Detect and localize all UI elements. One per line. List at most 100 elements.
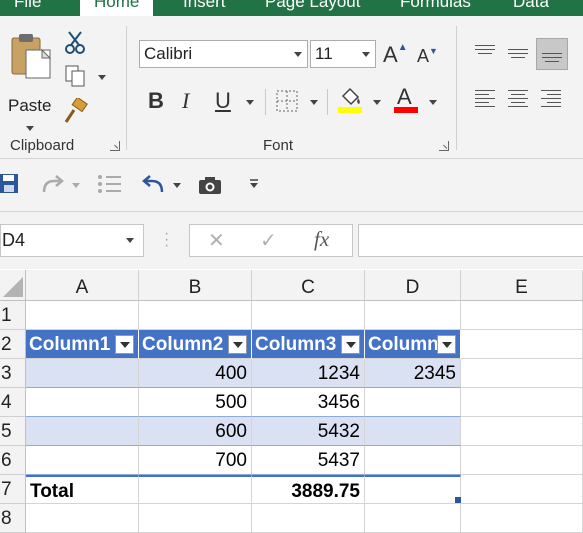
filter-dropdown-icon[interactable] [228, 335, 247, 354]
total-row-cell[interactable]: 3889.75 [252, 475, 365, 504]
filter-dropdown-icon[interactable] [115, 335, 134, 354]
tab-file[interactable]: File [14, 0, 41, 12]
table-cell[interactable]: 400 [139, 359, 252, 388]
cell-e7[interactable] [461, 475, 583, 504]
table-cell[interactable] [365, 388, 461, 417]
shrink-font-button[interactable]: A▼ [417, 46, 438, 67]
cell-e4[interactable] [461, 388, 583, 417]
table-header-cell[interactable]: Column1 [26, 330, 139, 359]
column-header-b[interactable]: B [139, 270, 252, 301]
row-header-5[interactable]: 5 [0, 417, 26, 446]
font-color-dropdown-icon[interactable] [429, 100, 437, 105]
undo-dropdown-icon[interactable] [173, 183, 181, 188]
underline-button[interactable]: U [215, 88, 231, 114]
formula-input[interactable] [358, 224, 583, 257]
cell-a1[interactable] [26, 301, 139, 330]
cell-e6[interactable] [461, 446, 583, 475]
fill-color-dropdown-icon[interactable] [373, 100, 381, 105]
redo-dropdown-icon[interactable] [72, 183, 80, 188]
select-all-button[interactable] [0, 270, 26, 301]
table-cell[interactable]: 700 [139, 446, 252, 475]
column-header-e[interactable]: E [461, 270, 583, 301]
row-header-7[interactable]: 7 [0, 475, 26, 504]
table-cell[interactable]: 1234 [252, 359, 365, 388]
cell-e2[interactable] [461, 330, 583, 359]
total-row-cell[interactable] [365, 475, 461, 504]
copy-dropdown-icon[interactable] [98, 75, 106, 80]
camera-icon[interactable] [198, 175, 222, 195]
clipboard-launcher-icon[interactable] [110, 141, 120, 151]
table-cell[interactable]: 600 [139, 417, 252, 446]
cell-e5[interactable] [461, 417, 583, 446]
cell-c1[interactable] [252, 301, 365, 330]
borders-icon[interactable] [276, 90, 298, 112]
row-header-6[interactable]: 6 [0, 446, 26, 475]
table-cell[interactable] [26, 446, 139, 475]
filter-dropdown-icon[interactable] [437, 335, 456, 354]
table-header-cell[interactable]: Column3 [252, 330, 365, 359]
bold-button[interactable]: B [148, 88, 164, 114]
table-cell[interactable] [26, 388, 139, 417]
grow-font-button[interactable]: A▲ [383, 42, 408, 68]
align-center-icon[interactable] [508, 90, 528, 110]
row-header-1[interactable]: 1 [0, 301, 26, 330]
fill-color-icon[interactable] [337, 86, 363, 114]
tab-home[interactable]: Home [80, 0, 154, 16]
paste-button[interactable]: Paste [4, 30, 54, 131]
paste-dropdown-icon[interactable] [26, 126, 34, 131]
align-left-icon[interactable] [475, 90, 495, 110]
tab-formulas[interactable]: Formulas [400, 0, 471, 12]
worksheet-grid[interactable]: A B C D E 1 2 3 4 5 6 7 8 Column1 Column… [0, 270, 583, 533]
format-painter-icon[interactable] [62, 98, 88, 124]
table-cell[interactable]: 5437 [252, 446, 365, 475]
underline-dropdown-icon[interactable] [246, 100, 254, 105]
cell-b1[interactable] [139, 301, 252, 330]
table-cell[interactable] [365, 446, 461, 475]
cell-e1[interactable] [461, 301, 583, 330]
table-cell[interactable]: 2345 [365, 359, 461, 388]
filter-dropdown-icon[interactable] [341, 335, 360, 354]
middle-align-icon[interactable] [508, 49, 528, 61]
cell-d1[interactable] [365, 301, 461, 330]
cancel-icon[interactable]: ✕ [208, 228, 225, 253]
table-cell[interactable] [26, 417, 139, 446]
font-size-combo[interactable]: 11 [310, 40, 376, 68]
table-cell[interactable]: 3456 [252, 388, 365, 417]
tab-insert[interactable]: Insert [183, 0, 226, 12]
top-align-icon[interactable] [475, 45, 495, 57]
table-cell[interactable]: 500 [139, 388, 252, 417]
table-cell[interactable]: 5432 [252, 417, 365, 446]
row-header-3[interactable]: 3 [0, 359, 26, 388]
italic-button[interactable]: I [182, 88, 189, 114]
name-box[interactable]: D4 [0, 224, 144, 257]
redo-icon[interactable] [40, 174, 66, 196]
enter-icon[interactable]: ✓ [260, 228, 277, 253]
table-cell[interactable] [365, 417, 461, 446]
total-row-label[interactable]: Total [26, 475, 139, 504]
tab-page-layout[interactable]: Page Layout [265, 0, 360, 12]
table-header-cell[interactable]: Column2 [139, 330, 252, 359]
font-color-button[interactable]: A [393, 84, 419, 114]
font-family-combo[interactable]: Calibri [139, 40, 308, 68]
table-header-cell[interactable]: Column4 [365, 330, 461, 359]
total-row-cell[interactable] [139, 475, 252, 504]
drag-handle-icon[interactable]: · · · [164, 226, 169, 254]
row-header-2[interactable]: 2 [0, 330, 26, 359]
table-resize-handle-icon[interactable] [455, 497, 461, 503]
cell-e3[interactable] [461, 359, 583, 388]
insert-function-icon[interactable]: fx [314, 227, 329, 252]
row-header-4[interactable]: 4 [0, 388, 26, 417]
borders-dropdown-icon[interactable] [310, 100, 318, 105]
save-icon[interactable] [0, 173, 20, 195]
undo-icon[interactable] [140, 174, 166, 196]
column-header-c[interactable]: C [252, 270, 365, 301]
bottom-align-button[interactable] [536, 38, 568, 70]
tab-data[interactable]: Data [513, 0, 549, 12]
column-header-a[interactable]: A [26, 270, 139, 301]
column-header-d[interactable]: D [365, 270, 461, 301]
align-right-icon[interactable] [541, 90, 561, 110]
customize-toolbar-icon[interactable] [248, 179, 260, 189]
font-launcher-icon[interactable] [439, 141, 449, 151]
cut-icon[interactable] [64, 30, 86, 54]
list-icon[interactable] [97, 173, 123, 195]
